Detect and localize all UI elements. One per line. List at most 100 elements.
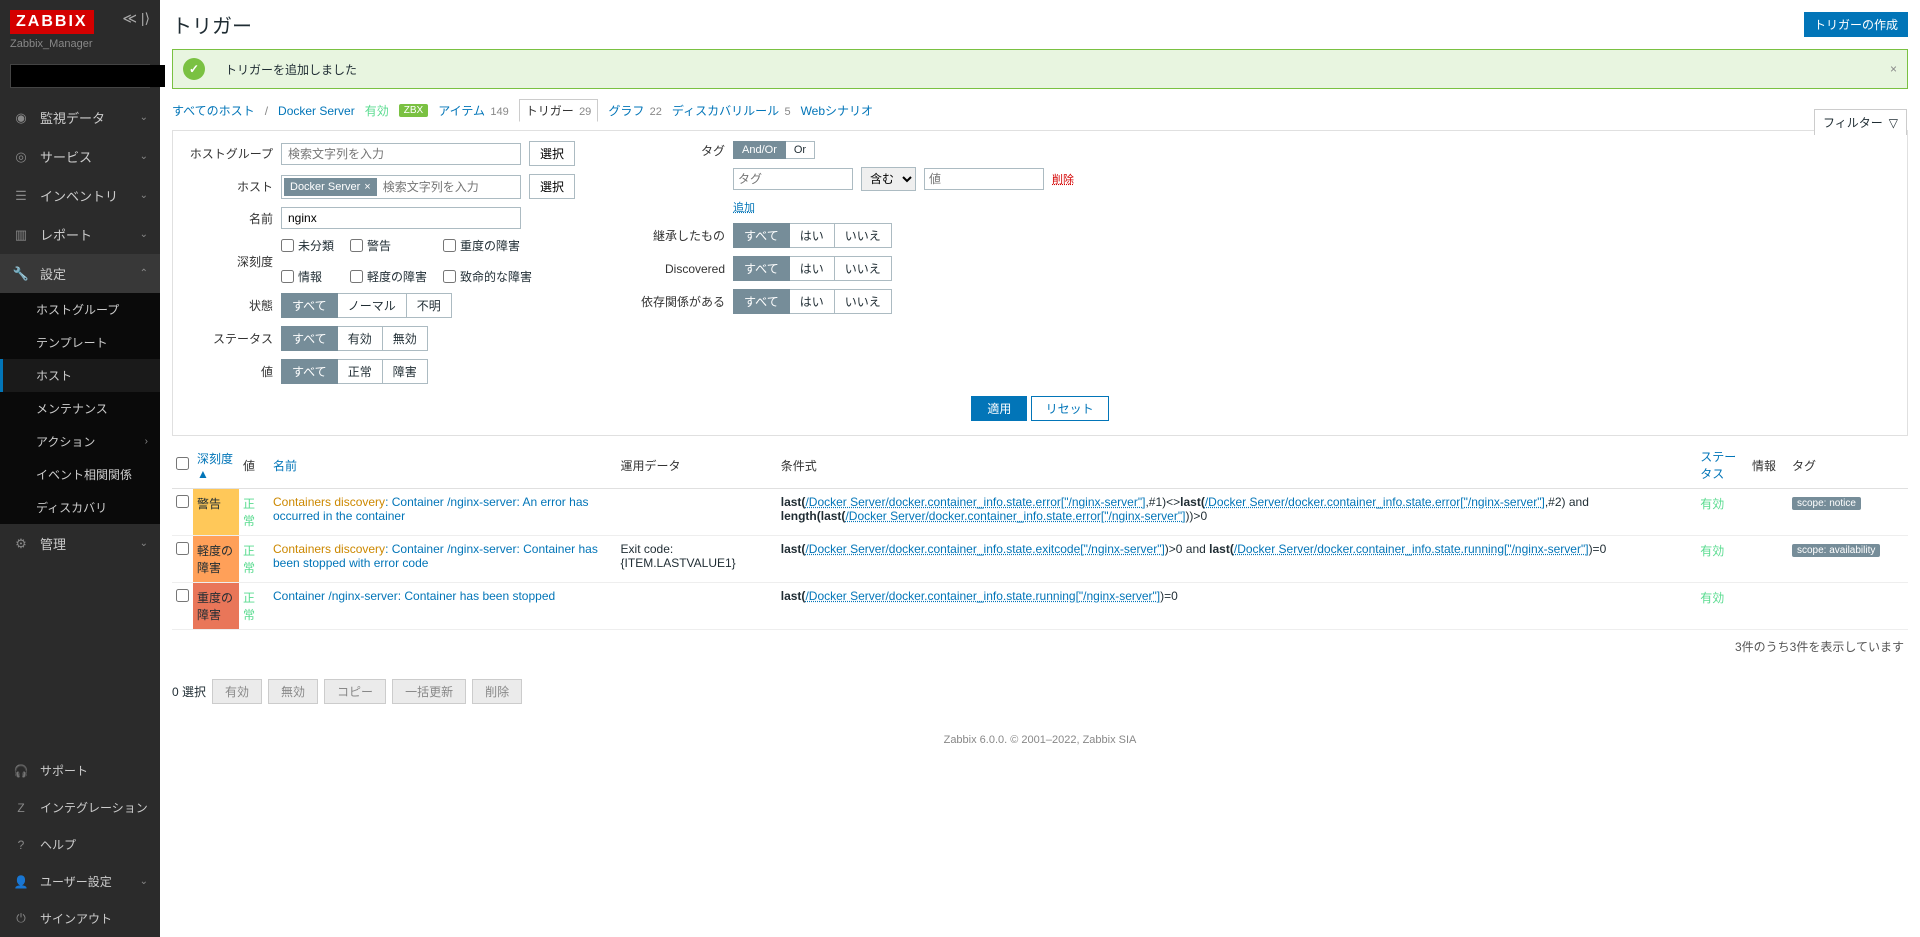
subnav-actions[interactable]: アクション› [0,425,160,458]
subnav-hostgroups[interactable]: ホストグループ [0,293,160,326]
copyright: Zabbix 6.0.0. © 2001–2022, Zabbix SIA [172,714,1908,752]
discovered-seg[interactable]: すべてはいいいえ [733,256,892,281]
hostgroup-select-button[interactable]: 選択 [529,141,575,166]
triggers-tab[interactable]: トリガー 29 [519,99,599,122]
list-icon: ☰ [12,188,30,204]
bulk-disable[interactable]: 無効 [268,679,318,704]
tag-name-input[interactable] [733,168,853,190]
opdata-cell: Exit code: {ITEM.LASTVALUE1} [617,536,777,583]
footer-user[interactable]: 👤ユーザー設定⌄ [0,863,160,900]
search-input[interactable] [11,65,165,87]
row-select[interactable] [176,589,189,602]
expr-cell: last(/Docker Server/docker.container_inf… [777,489,1696,536]
selected-count: 0 選択 [172,683,206,700]
table-row: 警告正常Containers discovery: Container /ngi… [172,489,1908,536]
status-seg[interactable]: すべて有効無効 [281,326,428,351]
subnav-hosts[interactable]: ホスト [0,359,160,392]
remove-icon[interactable]: × [364,181,370,193]
graphs-link[interactable]: グラフ [608,104,644,118]
subnav-eventcorr[interactable]: イベント相関関係 [0,458,160,491]
subnav-templates[interactable]: テンプレート [0,326,160,359]
row-select[interactable] [176,495,189,508]
nav-admin[interactable]: ⚙管理⌄ [0,524,160,563]
z-icon: Z [12,801,30,815]
tag-add[interactable]: 追加 [733,199,755,215]
filter-panel: フィルター▽ ホストグループ選択 ホスト Docker Server× 選択 名… [172,130,1908,436]
value-cell: 正常 [239,583,269,630]
sev-disaster[interactable] [443,270,456,283]
nav-inventory[interactable]: ☰インベントリ⌄ [0,176,160,215]
opdata-cell [617,583,777,630]
sidebar: ZABBIX ≪ |⟩ Zabbix_Manager 🔍 ◉監視データ⌄ ◎サー… [0,0,160,937]
host-select-button[interactable]: 選択 [529,174,575,199]
status-cell[interactable]: 有効 [1696,536,1748,583]
bulk-copy[interactable]: コピー [324,679,386,704]
chevron-down-icon: ⌄ [140,112,148,123]
success-message: ✓ トリガーを追加しました × [172,49,1908,89]
sev-warning[interactable] [350,239,363,252]
host-link[interactable]: Docker Server [278,104,355,118]
severity-cell: 重度の障害 [193,583,239,630]
nav-monitoring[interactable]: ◉監視データ⌄ [0,98,160,137]
footer-support[interactable]: 🎧サポート [0,752,160,789]
sev-unclassified[interactable] [281,239,294,252]
nav-setting[interactable]: 🔧設定⌃ [0,254,160,293]
inherited-seg[interactable]: すべてはいいいえ [733,223,892,248]
footer-integration[interactable]: Zインテグレーション [0,789,160,826]
subnav-discovery[interactable]: ディスカバリ [0,491,160,524]
bulk-massupdate[interactable]: 一括更新 [392,679,466,704]
filter-toggle[interactable]: フィルター▽ [1814,109,1907,135]
sev-high[interactable] [443,239,456,252]
depends-seg[interactable]: すべてはいいいえ [733,289,892,314]
footer-signout[interactable]: ⏻サインアウト [0,900,160,937]
wrench-icon: 🔧 [12,266,30,282]
value-seg[interactable]: すべて正常障害 [281,359,428,384]
close-icon[interactable]: × [1890,62,1897,76]
tag-op-select[interactable]: 含む [861,167,916,191]
name-cell[interactable]: Container /nginx-server: Container has b… [269,583,617,630]
footer-help[interactable]: ?ヘルプ [0,826,160,863]
subnav-maintenance[interactable]: メンテナンス [0,392,160,425]
host-input[interactable] [379,178,518,196]
check-icon: ✓ [183,58,205,80]
name-cell[interactable]: Containers discovery: Container /nginx-s… [269,489,617,536]
server-name: Zabbix_Manager [10,38,150,50]
name-input[interactable] [281,207,521,229]
select-all[interactable] [176,457,189,470]
nav-report[interactable]: ▥レポート⌄ [0,215,160,254]
collapse-icon[interactable]: ≪ |⟩ [122,10,150,27]
global-search[interactable]: 🔍 [10,64,150,88]
bulk-delete[interactable]: 削除 [472,679,522,704]
all-hosts-link[interactable]: すべてのホスト [172,102,255,119]
status-cell[interactable]: 有効 [1696,489,1748,536]
discovery-link[interactable]: ディスカバリルール [672,104,779,118]
status-cell[interactable]: 有効 [1696,583,1748,630]
bulk-enable[interactable]: 有効 [212,679,262,704]
target-icon: ◎ [12,149,30,165]
name-cell[interactable]: Containers discovery: Container /nginx-s… [269,536,617,583]
nav-service[interactable]: ◎サービス⌄ [0,137,160,176]
state-seg[interactable]: すべてノーマル不明 [281,293,452,318]
host-enabled: 有効 [365,102,389,119]
web-link[interactable]: Webシナリオ [801,102,873,119]
sort-icon[interactable]: ▲ [197,467,209,481]
sev-average[interactable] [350,270,363,283]
gear-icon: ⚙ [12,536,30,552]
power-icon: ⏻ [12,911,30,926]
chevron-up-icon: ⌃ [140,268,148,279]
row-select[interactable] [176,542,189,555]
create-trigger-button[interactable]: トリガーの作成 [1804,12,1908,37]
reset-button[interactable]: リセット [1031,396,1109,421]
host-chip[interactable]: Docker Server× [284,178,377,196]
hostgroup-input[interactable] [281,143,521,165]
sev-info[interactable] [281,270,294,283]
apply-button[interactable]: 適用 [971,396,1027,421]
tag-delete[interactable]: 削除 [1052,171,1074,187]
chevron-down-icon: ⌄ [140,229,148,240]
items-link[interactable]: アイテム [438,104,485,118]
tagmode-seg[interactable]: And/OrOr [733,141,815,159]
logo: ZABBIX [10,10,94,34]
opdata-cell [617,489,777,536]
tag-value-input[interactable] [924,168,1044,190]
host-multiselect[interactable]: Docker Server× [281,175,521,199]
